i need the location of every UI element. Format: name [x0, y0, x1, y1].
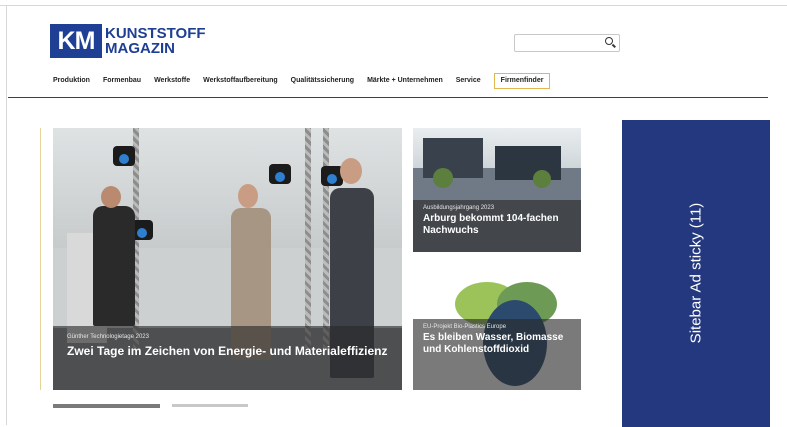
- nav-item-service[interactable]: Service: [456, 73, 481, 89]
- nav-item-produktion[interactable]: Produktion: [53, 73, 90, 89]
- logo-mark: KM: [50, 24, 102, 58]
- page: KM KUNSTSTOFF MAGAZIN Produktion Formenb…: [0, 0, 787, 427]
- card-photo-building: [423, 138, 483, 178]
- logo-line-1: KUNSTSTOFF: [105, 25, 206, 42]
- nav-item-formenbau[interactable]: Formenbau: [103, 73, 141, 89]
- logo-line-2: MAGAZIN: [105, 40, 175, 57]
- frame-top-line: [0, 5, 787, 6]
- card-title[interactable]: Arburg bekommt 104-fachen Nachwuchs: [423, 213, 571, 237]
- card-photo-tree: [433, 168, 453, 188]
- logo-wordmark: KUNSTSTOFF MAGAZIN: [105, 26, 206, 56]
- card-caption: Ausbildungsjahrgang 2023 Arburg bekommt …: [413, 200, 581, 252]
- nav-item-werkstoffe[interactable]: Werkstoffe: [154, 73, 190, 89]
- next-teaser-text: [172, 404, 248, 407]
- hero-caption: Günther Technologietage 2023 Zwei Tage i…: [53, 326, 402, 390]
- card-photo-tree: [533, 170, 551, 188]
- teaser-card-arburg[interactable]: Ausbildungsjahrgang 2023 Arburg bekommt …: [413, 128, 581, 252]
- sidebar-ad-label: Sitebar Ad sticky (11): [687, 202, 705, 344]
- accent-line: [40, 128, 41, 390]
- sidebar-ad[interactable]: Sitebar Ad sticky (11): [622, 120, 770, 427]
- main-nav: Produktion Formenbau Werkstoffe Werkstof…: [53, 73, 563, 89]
- stage-light: [113, 146, 135, 166]
- search-input[interactable]: [515, 37, 601, 54]
- next-teaser-thumb[interactable]: [53, 404, 160, 408]
- header-divider: [8, 97, 768, 98]
- card-title[interactable]: Es bleiben Wasser, Biomasse und Kohlenst…: [423, 332, 571, 356]
- card-kicker: Ausbildungsjahrgang 2023: [423, 205, 495, 211]
- person-head: [101, 186, 121, 208]
- card-caption: EU-Projekt Bio-Plastics Europe Es bleibe…: [413, 319, 581, 390]
- frame-left-line: [6, 5, 7, 425]
- nav-item-maerkte-unternehmen[interactable]: Märkte + Unternehmen: [367, 73, 443, 89]
- hero-title[interactable]: Zwei Tage im Zeichen von Energie- und Ma…: [67, 343, 388, 359]
- site-logo[interactable]: KM KUNSTSTOFF MAGAZIN: [50, 24, 206, 58]
- stage-light: [269, 164, 291, 184]
- person-head: [340, 158, 362, 184]
- nav-item-firmenfinder[interactable]: Firmenfinder: [493, 73, 551, 89]
- card-kicker: EU-Projekt Bio-Plastics Europe: [423, 324, 507, 330]
- search-box: [514, 34, 620, 54]
- card-photo-building: [495, 146, 561, 180]
- person-speaker: [93, 206, 135, 326]
- hero-truss-mid: [305, 128, 311, 348]
- hero-truss-right: [323, 128, 329, 348]
- nav-item-werkstoffaufbereitung[interactable]: Werkstoffaufbereitung: [203, 73, 278, 89]
- hero-teaser[interactable]: Günther Technologietage 2023 Zwei Tage i…: [53, 128, 402, 390]
- person-head: [238, 184, 258, 208]
- nav-item-qualitaetssicherung[interactable]: Qualitätssicherung: [291, 73, 354, 89]
- teaser-card-bio-plastics[interactable]: EU-Projekt Bio-Plastics Europe Es bleibe…: [413, 270, 581, 390]
- search-icon[interactable]: [605, 37, 613, 45]
- hero-kicker: Günther Technologietage 2023: [67, 334, 149, 340]
